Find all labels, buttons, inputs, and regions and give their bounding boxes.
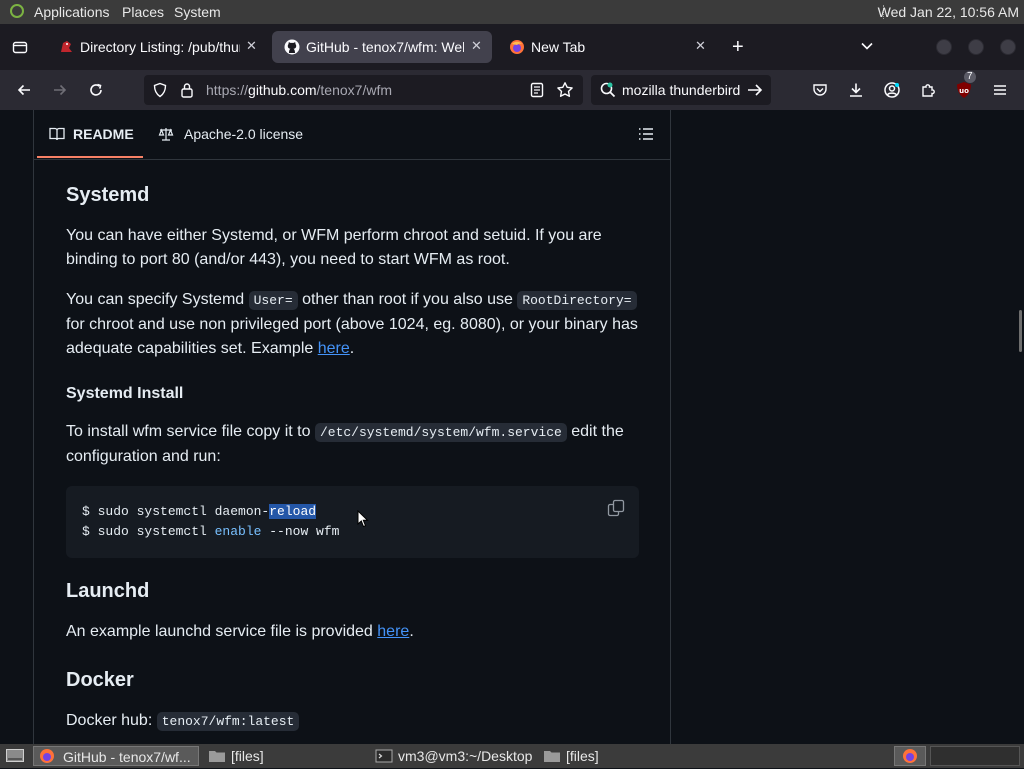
tab-title: Directory Listing: /pub/thun	[80, 39, 240, 55]
system-menu[interactable]: System	[174, 4, 221, 20]
distro-logo-icon[interactable]	[10, 4, 24, 18]
firefox-view-icon[interactable]	[12, 39, 28, 60]
forward-arrow-icon[interactable]	[48, 78, 72, 102]
maximize-window-icon[interactable]	[968, 39, 984, 55]
extensions-puzzle-icon[interactable]	[916, 78, 940, 102]
reader-view-icon[interactable]	[529, 82, 545, 103]
browser-tab-strip: Directory Listing: /pub/thun ✕ GitHub - …	[0, 24, 1024, 70]
tab-github-wfm[interactable]: GitHub - tenox7/wfm: Web ✕	[272, 31, 492, 63]
tab-title: New Tab	[531, 39, 586, 55]
inline-code-user: User=	[248, 291, 298, 310]
reload-icon[interactable]	[84, 78, 108, 102]
extension-count-badge: 7	[964, 71, 976, 83]
url-scheme: https://	[206, 82, 249, 98]
mouse-cursor-icon	[357, 509, 369, 533]
search-bar[interactable]: mozilla thunderbird	[591, 75, 771, 105]
taskbar-item-label: vm3@vm3:~/Desktop	[398, 748, 533, 764]
readme-tab[interactable]: README	[49, 126, 134, 142]
page-viewport: README Apache-2.0 license Systemd You ca…	[0, 110, 1024, 744]
search-engine-icon	[599, 81, 617, 104]
taskbar-item-label: [files]	[566, 748, 599, 764]
new-tab-plus-icon[interactable]: +	[732, 37, 744, 57]
url-host: github.com	[248, 82, 317, 98]
taskbar-item-files-1[interactable]: [files]	[205, 746, 365, 766]
selected-text: reload	[269, 504, 317, 519]
example-here-link[interactable]: here	[318, 340, 350, 357]
red-dragon-icon	[58, 39, 74, 55]
taskbar-item-label: [files]	[231, 748, 264, 764]
taskbar-item-firefox[interactable]: GitHub - tenox7/wf...	[33, 746, 199, 766]
paragraph-launchd: An example launchd service file is provi…	[66, 623, 414, 640]
applications-menu[interactable]: Applications	[34, 4, 110, 20]
heading-systemd-install: Systemd Install	[66, 385, 184, 402]
lock-icon[interactable]	[180, 82, 194, 103]
hamburger-menu-icon[interactable]	[988, 78, 1012, 102]
firefox-icon	[40, 749, 54, 763]
paragraph-docker: Docker hub: tenox7/wfm:latest	[66, 709, 646, 734]
folder-icon	[544, 751, 560, 762]
terminal-icon	[375, 749, 393, 763]
account-icon[interactable]	[880, 78, 904, 102]
license-tab[interactable]: Apache-2.0 license	[158, 126, 303, 142]
ublock-origin-icon[interactable]: uo 7	[952, 71, 976, 102]
inline-code-docker-image: tenox7/wfm:latest	[156, 712, 300, 731]
taskbar: GitHub - tenox7/wf... [files] vm3@vm3:~/…	[0, 744, 1024, 768]
paragraph-chroot: You can have either Systemd, or WFM perf…	[66, 227, 602, 268]
heading-launchd: Launchd	[66, 580, 150, 602]
copy-icon[interactable]	[607, 499, 625, 517]
taskbar-item-terminal[interactable]: vm3@vm3:~/Desktop	[372, 746, 538, 766]
url-text[interactable]: https://github.com/tenox7/wfm	[206, 82, 392, 98]
close-tab-icon[interactable]: ✕	[471, 38, 482, 54]
back-arrow-icon[interactable]	[12, 78, 36, 102]
bookmark-star-icon[interactable]	[556, 81, 574, 104]
close-tab-icon[interactable]: ✕	[695, 38, 706, 54]
scale-icon	[158, 128, 174, 141]
tab-new-tab[interactable]: New Tab ✕	[497, 31, 717, 63]
paragraph-install: To install wfm service file copy it to /…	[66, 423, 624, 465]
tracking-protection-shield-icon[interactable]	[152, 82, 168, 103]
readme-panel: README Apache-2.0 license Systemd You ca…	[33, 110, 671, 744]
url-path: /tenox7/wfm	[316, 82, 392, 98]
clock[interactable]: Wed Jan 22, 10:56 AM	[878, 4, 1019, 20]
pocket-icon[interactable]	[808, 78, 832, 102]
system-top-panel: Applications Places System Wed Jan 22, 1…	[0, 0, 1024, 24]
downloads-icon[interactable]	[844, 78, 868, 102]
github-icon	[284, 39, 300, 55]
code-text[interactable]: $ sudo systemctl daemon-reload $ sudo sy…	[82, 502, 339, 542]
code-block[interactable]: $ sudo systemctl daemon-reload $ sudo sy…	[66, 486, 639, 558]
url-bar[interactable]: https://github.com/tenox7/wfm	[144, 75, 583, 105]
firefox-icon	[509, 39, 525, 55]
places-menu[interactable]: Places	[122, 4, 164, 20]
close-window-icon[interactable]	[1000, 39, 1016, 55]
book-icon	[49, 127, 65, 141]
go-arrow-icon[interactable]	[747, 83, 763, 102]
minimize-window-icon[interactable]	[936, 39, 952, 55]
tab-directory-listing[interactable]: Directory Listing: /pub/thun ✕	[46, 31, 264, 63]
search-query[interactable]: mozilla thunderbird	[622, 82, 744, 98]
heading-systemd: Systemd	[66, 184, 150, 206]
workspace-switcher[interactable]	[894, 746, 926, 766]
folder-icon	[209, 751, 225, 762]
inline-code-service-path: /etc/systemd/system/wfm.service	[314, 423, 567, 442]
svg-text:uo: uo	[959, 87, 969, 95]
launchd-here-link[interactable]: here	[377, 623, 409, 640]
readme-header: README Apache-2.0 license	[34, 110, 670, 160]
heading-docker: Docker	[66, 669, 134, 691]
navigation-toolbar: https://github.com/tenox7/wfm mozilla th…	[0, 70, 1024, 110]
license-tab-label: Apache-2.0 license	[184, 126, 304, 142]
scrollbar-thumb[interactable]	[1019, 310, 1022, 352]
firefox-icon	[903, 749, 917, 763]
taskbar-item-files-2[interactable]: [files]	[540, 746, 700, 766]
inline-code-rootdirectory: RootDirectory=	[517, 291, 637, 310]
taskbar-item-label: GitHub - tenox7/wf...	[63, 749, 191, 765]
list-all-tabs-chevron-icon[interactable]	[860, 39, 874, 58]
workspace-2[interactable]	[930, 746, 1020, 766]
readme-tab-label: README	[73, 126, 134, 142]
active-tab-underline	[37, 156, 143, 158]
close-tab-icon[interactable]: ✕	[246, 38, 257, 54]
tab-title: GitHub - tenox7/wfm: Web	[306, 39, 464, 55]
paragraph-systemd-user: You can specify Systemd User= other than…	[66, 291, 638, 357]
show-desktop-icon[interactable]	[2, 746, 28, 766]
outline-list-icon[interactable]	[638, 127, 654, 141]
